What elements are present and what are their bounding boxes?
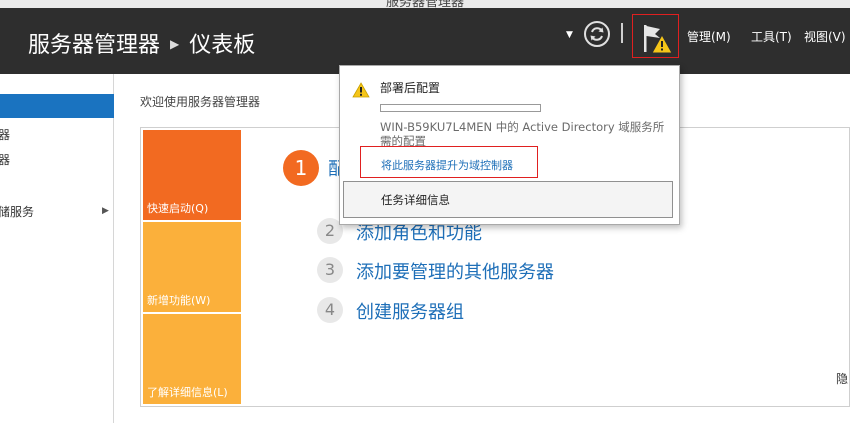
tile-label: 新增功能(W) <box>147 294 211 307</box>
tile-learn-more[interactable]: 了解详细信息(L) <box>143 314 241 404</box>
breadcrumb-app[interactable]: 服务器管理器 <box>28 33 160 58</box>
tile-whats-new[interactable]: 新增功能(W) <box>143 222 241 312</box>
window-titlebar: 服务器管理器 <box>0 0 850 8</box>
step-number-3: 3 <box>317 257 343 283</box>
tile-quick-start[interactable]: 快速启动(Q) <box>143 130 241 220</box>
task-details-label: 任务详细信息 <box>381 193 450 207</box>
sidebar-item-all-servers[interactable]: 器 <box>0 151 10 168</box>
notification-description: WIN-B59KU7L4MEN 中的 Active Directory 域服务所… <box>380 120 665 148</box>
breadcrumb-page: 仪表板 <box>189 33 256 58</box>
notifications-flag-button[interactable] <box>632 14 679 58</box>
promote-domain-controller-link[interactable]: 将此服务器提升为域控制器 <box>360 146 538 178</box>
sidebar-item-local-server[interactable]: 器 <box>0 126 10 143</box>
sidebar-item-dashboard[interactable] <box>0 94 114 118</box>
sidebar-item-file-storage[interactable]: 储服务 <box>0 203 34 220</box>
menu-view[interactable]: 视图(V) <box>804 28 846 45</box>
menu-tools[interactable]: 工具(T) <box>751 28 792 45</box>
notification-title: 部署后配置 <box>380 81 441 95</box>
welcome-heading: 欢迎使用服务器管理器 <box>140 95 261 109</box>
window-title: 服务器管理器 <box>385 0 464 8</box>
menu-manage[interactable]: 管理(M) <box>687 28 731 45</box>
refresh-button[interactable] <box>584 21 610 47</box>
warning-icon <box>352 82 370 102</box>
flag-warning-icon <box>644 25 673 54</box>
header-divider <box>621 23 623 43</box>
hide-link[interactable]: 隐 <box>836 370 848 387</box>
step-link-create-group[interactable]: 创建服务器组 <box>356 298 464 324</box>
sidebar: 器 器 储服务 ▶ <box>0 74 114 423</box>
step-link-add-servers[interactable]: 添加要管理的其他服务器 <box>356 258 554 284</box>
tile-label: 了解详细信息(L) <box>147 386 228 399</box>
step-number-1: 1 <box>283 150 319 186</box>
task-details-button[interactable]: 任务详细信息 <box>343 181 673 218</box>
promote-link-label: 将此服务器提升为域控制器 <box>381 159 513 172</box>
step-number-4: 4 <box>317 297 343 323</box>
breadcrumb-separator-icon: ▶ <box>170 37 180 51</box>
notification-progress-bar <box>380 104 541 112</box>
refresh-icon <box>590 27 604 41</box>
breadcrumb: 服务器管理器 ▶ 仪表板 <box>28 27 255 59</box>
chevron-right-icon[interactable]: ▶ <box>102 206 109 216</box>
tile-label: 快速启动(Q) <box>147 202 209 215</box>
chevron-down-icon[interactable]: ▼ <box>566 30 573 40</box>
